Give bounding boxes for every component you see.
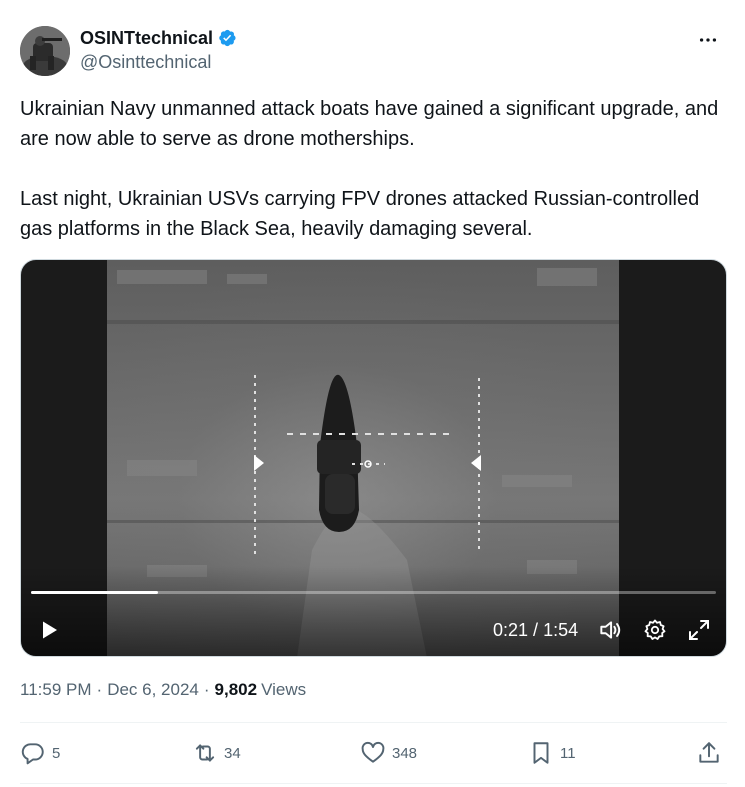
tweet-time[interactable]: 11:59 PM (20, 680, 92, 700)
tweet-paragraph: Last night, Ukrainian USVs carrying FPV … (20, 188, 700, 240)
like-button[interactable]: 348 (360, 736, 417, 770)
bookmark-icon (533, 742, 549, 764)
fullscreen-icon[interactable] (685, 616, 713, 644)
views-count: 9,802 (214, 680, 258, 699)
video-time-separator: / (528, 620, 544, 640)
reply-button[interactable]: 5 (20, 736, 60, 770)
heart-icon (361, 741, 385, 763)
settings-icon[interactable] (641, 616, 669, 644)
tweet-actions: 5 34 348 11 (20, 736, 727, 770)
tweet-paragraph: Ukrainian Navy unmanned attack boats hav… (20, 98, 719, 150)
video-time: 0:21 / 1:54 (493, 620, 578, 641)
divider (20, 722, 727, 723)
reply-count: 5 (52, 744, 61, 762)
repost-button[interactable]: 34 (192, 736, 241, 770)
bookmark-button[interactable]: 11 (528, 736, 576, 770)
reply-icon (21, 743, 44, 765)
play-icon[interactable] (35, 616, 63, 644)
tweet-date[interactable]: Dec 6, 2024 (107, 680, 199, 700)
divider (20, 783, 727, 784)
video-current-time: 0:21 (493, 620, 529, 640)
bookmark-count: 11 (560, 744, 576, 762)
verified-badge-icon (217, 28, 237, 48)
video-player[interactable]: 0:21 / 1:54 (20, 259, 727, 657)
author-handle[interactable]: @Osinttechnical (80, 52, 237, 73)
video-duration: 1:54 (543, 620, 579, 640)
views-label: Views (261, 680, 307, 699)
avatar[interactable] (20, 26, 70, 76)
tweet-text: Ukrainian Navy unmanned attack boats hav… (20, 94, 720, 244)
avatar-image (20, 26, 70, 76)
repost-icon (195, 744, 215, 762)
author-info: OSINTtechnical @Osinttechnical (80, 26, 237, 73)
tweet-meta: 11:59 PM · Dec 6, 2024 · 9,802 Views (20, 680, 306, 700)
volume-icon[interactable] (596, 616, 624, 644)
meta-separator: · (96, 680, 103, 699)
author-display-name[interactable]: OSINTtechnical (80, 28, 213, 49)
meta-separator: · (203, 680, 210, 699)
video-progress-fill (31, 591, 158, 594)
more-options-icon[interactable] (691, 26, 725, 54)
repost-count: 34 (224, 744, 241, 762)
video-progress-bar[interactable] (31, 591, 716, 594)
share-icon (699, 742, 719, 763)
like-count: 348 (392, 744, 418, 762)
share-button[interactable] (696, 736, 722, 770)
tweet-header: OSINTtechnical @Osinttechnical (20, 26, 725, 78)
